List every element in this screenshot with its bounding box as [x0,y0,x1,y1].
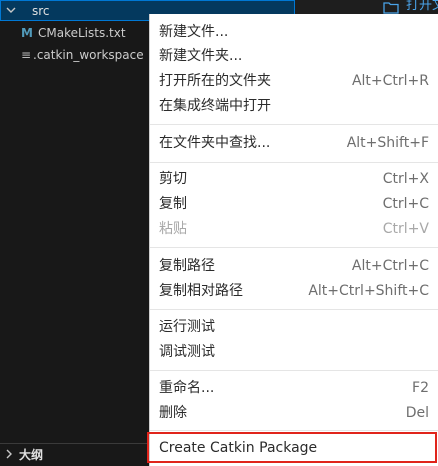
menu-separator [150,247,438,248]
menu-item-label: 剪切 [159,171,187,187]
menu-item-new-file[interactable]: 新建文件... [150,20,438,44]
menu-item-shortcut: Del [405,405,429,421]
context-menu: 新建文件... 新建文件夹... 打开所在的文件夹 Alt+Ctrl+R 在集成… [147,14,438,466]
menu-item-debug-tests[interactable]: 调试测试 [150,340,438,364]
menu-item-shortcut: Ctrl+C [382,196,429,212]
menu-item-shortcut: Alt+Shift+F [346,135,429,151]
file-item-cmakelists[interactable]: M CMakeLists.txt [0,22,150,44]
menu-item-find-in-folder[interactable]: 在文件夹中查找... Alt+Shift+F [150,131,438,155]
menu-item-label: 运行测试 [159,319,215,335]
cmake-file-icon: M [21,26,33,40]
menu-item-shortcut: Alt+Ctrl+C [351,258,429,274]
chevron-right-icon [6,449,12,459]
folder-label: src [32,4,50,18]
menu-item-label: 删除 [159,405,187,421]
menu-item-open-in-terminal[interactable]: 在集成终端中打开 [150,94,438,118]
file-item-catkin-workspace[interactable]: ≡ .catkin_workspace [0,44,150,66]
menu-item-reveal-in-folder[interactable]: 打开所在的文件夹 Alt+Ctrl+R [150,69,438,93]
menu-item-label: 调试测试 [159,344,215,360]
menu-item-delete[interactable]: 删除 Del [150,401,438,425]
menu-separator [150,124,438,125]
menu-item-shortcut: Ctrl+V [382,221,429,237]
outline-label: 大纲 [19,448,44,462]
menu-item-rename[interactable]: 重命名... F2 [150,376,438,400]
screen: M CMakeLists.txt ≡ .catkin_workspace 大纲 … [0,0,438,466]
folder-icon [383,2,399,14]
text-file-icon: ≡ [21,48,32,62]
chevron-down-icon [6,7,16,13]
menu-separator [150,430,438,431]
menu-separator [150,162,438,163]
menu-item-label: 新建文件夹... [159,48,243,64]
menu-item-new-folder[interactable]: 新建文件夹... [150,44,438,68]
menu-separator [150,370,438,371]
menu-item-paste: 粘贴 Ctrl+V [150,217,438,241]
highlight-outline [147,432,437,463]
menu-item-label: 打开所在的文件夹 [159,73,271,89]
menu-item-copy[interactable]: 复制 Ctrl+C [150,192,438,216]
menu-item-shortcut: Alt+Ctrl+R [351,73,429,89]
menu-item-copy-path[interactable]: 复制路径 Alt+Ctrl+C [150,254,438,278]
open-folder-label: 打开文 [406,0,438,13]
menu-item-label: 新建文件... [159,24,229,40]
menu-item-cut[interactable]: 剪切 Ctrl+X [150,167,438,191]
menu-item-copy-relative-path[interactable]: 复制相对路径 Alt+Ctrl+Shift+C [150,279,438,303]
menu-item-shortcut: Ctrl+X [382,171,429,187]
menu-item-label: 粘贴 [159,221,187,237]
menu-item-label: 在集成终端中打开 [159,98,271,114]
menu-item-shortcut: F2 [412,380,429,396]
menu-item-label: 复制 [159,196,187,212]
file-label: CMakeLists.txt [38,26,126,40]
file-label: .catkin_workspace [33,48,144,62]
menu-separator [150,309,438,310]
menu-item-label: 复制相对路径 [159,283,243,299]
explorer-panel: M CMakeLists.txt ≡ .catkin_workspace 大纲 [0,0,150,466]
menu-item-run-tests[interactable]: 运行测试 [150,315,438,339]
menu-item-label: 重命名... [159,380,215,396]
menu-item-label: 复制路径 [159,258,215,274]
menu-item-label: 在文件夹中查找... [159,135,271,151]
menu-item-shortcut: Alt+Ctrl+Shift+C [308,283,429,299]
outline-section-header[interactable]: 大纲 [0,444,150,466]
